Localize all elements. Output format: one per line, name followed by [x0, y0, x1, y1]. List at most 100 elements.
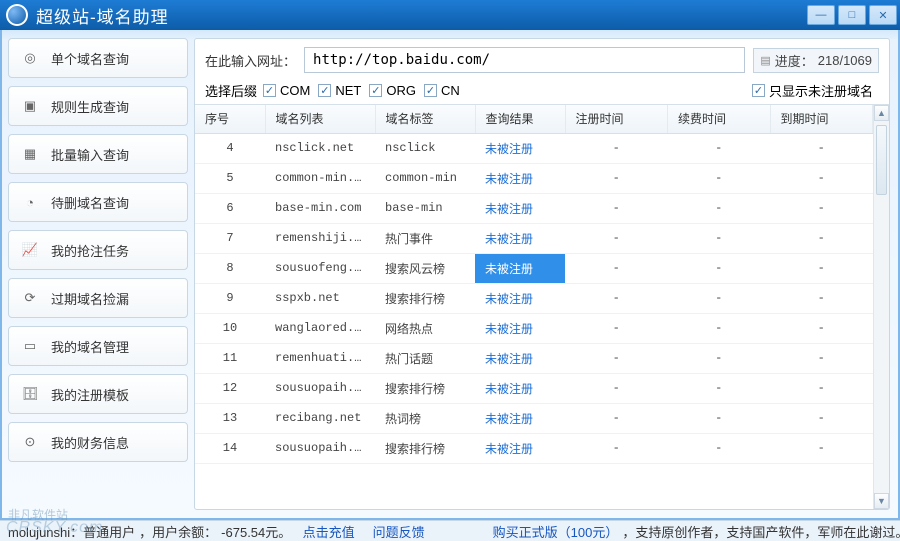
cell-expire-time: - — [770, 223, 873, 253]
drawer-icon: 🗄 — [19, 383, 41, 405]
cell-expire-time: - — [770, 313, 873, 343]
sidebar-item-1[interactable]: ▣规则生成查询 — [8, 86, 188, 126]
vertical-scrollbar[interactable]: ▲ ▼ — [873, 105, 889, 509]
close-button[interactable]: ✕ — [869, 5, 897, 25]
cell-result[interactable]: 未被注册 — [475, 403, 565, 433]
cell-no: 13 — [195, 403, 265, 433]
table-row[interactable]: 7remenshiji...热门事件未被注册--- — [195, 223, 889, 253]
status-tail: ，支持原创作者，支持国产软件，军师在此谢过。 — [622, 522, 900, 541]
cell-reg-time: - — [565, 313, 668, 343]
toolbar: 在此输入网址： ▤ 进度：218/1069 选择后缀 ✓COM✓NET✓ORG✓… — [195, 39, 889, 104]
url-input[interactable] — [304, 47, 745, 73]
column-header[interactable]: 注册时间 — [565, 105, 668, 133]
suffix-checkbox-com[interactable]: ✓COM — [263, 83, 310, 98]
cell-reg-time: - — [565, 433, 668, 463]
checkbox-icon: ✓ — [369, 84, 382, 97]
minimize-button[interactable]: — — [807, 5, 835, 25]
url-row: 在此输入网址： ▤ 进度：218/1069 — [205, 47, 879, 73]
cell-renew-time: - — [668, 193, 771, 223]
scroll-down-button[interactable]: ▼ — [874, 493, 889, 509]
target-icon: ◎ — [19, 47, 41, 69]
cell-renew-time: - — [668, 433, 771, 463]
cell-tag: common-min — [375, 163, 475, 193]
suffix-checkbox-net[interactable]: ✓NET — [318, 83, 361, 98]
cell-result[interactable]: 未被注册 — [475, 163, 565, 193]
cell-no: 6 — [195, 193, 265, 223]
sidebar-item-3[interactable]: ◔待删域名查询 — [8, 182, 188, 222]
status-balance: -675.54元。 — [221, 522, 291, 541]
cell-result[interactable]: 未被注册 — [475, 253, 565, 283]
cell-domain: sousuopaih... — [265, 433, 375, 463]
statusbar: molujunshi：普通用户 ，用户余额： -675.54元。 点击充值 问题… — [0, 520, 900, 541]
column-header[interactable]: 续费时间 — [668, 105, 771, 133]
layers-icon: ▭ — [19, 335, 41, 357]
cell-result[interactable]: 未被注册 — [475, 133, 565, 163]
scroll-thumb[interactable] — [876, 125, 887, 195]
table-row[interactable]: 14sousuopaih...搜索排行榜未被注册--- — [195, 433, 889, 463]
suffix-label: COM — [280, 83, 310, 98]
cell-reg-time: - — [565, 163, 668, 193]
cell-result[interactable]: 未被注册 — [475, 343, 565, 373]
column-header[interactable]: 域名列表 — [265, 105, 375, 133]
table-row[interactable]: 11remenhuati...热门话题未被注册--- — [195, 343, 889, 373]
table-row[interactable]: 6base-min.combase-min未被注册--- — [195, 193, 889, 223]
sidebar-item-8[interactable]: ⊙我的财务信息 — [8, 422, 188, 462]
column-header[interactable]: 域名标签 — [375, 105, 475, 133]
table-row[interactable]: 5common-min...common-min未被注册--- — [195, 163, 889, 193]
maximize-button[interactable]: □ — [838, 5, 866, 25]
sidebar-item-5[interactable]: ⟳过期域名捡漏 — [8, 278, 188, 318]
column-header[interactable]: 查询结果 — [475, 105, 565, 133]
sidebar-item-label: 批量输入查询 — [51, 145, 129, 164]
buy-link[interactable]: 购买正式版（100元） — [493, 522, 619, 541]
sidebar-item-2[interactable]: ▦批量输入查询 — [8, 134, 188, 174]
coin-icon: ⊙ — [19, 431, 41, 453]
sidebar-item-4[interactable]: 📈我的抢注任务 — [8, 230, 188, 270]
cell-expire-time: - — [770, 283, 873, 313]
cell-domain: remenshiji... — [265, 223, 375, 253]
cell-result[interactable]: 未被注册 — [475, 283, 565, 313]
table-row[interactable]: 13recibang.net热词榜未被注册--- — [195, 403, 889, 433]
feedback-link[interactable]: 问题反馈 — [373, 522, 425, 541]
main-panel: 在此输入网址： ▤ 进度：218/1069 选择后缀 ✓COM✓NET✓ORG✓… — [194, 38, 890, 510]
sidebar-item-0[interactable]: ◎单个域名查询 — [8, 38, 188, 78]
status-user: molujunshi：普通用户 — [8, 522, 135, 541]
column-header[interactable]: 到期时间 — [770, 105, 873, 133]
column-header[interactable]: 序号 — [195, 105, 265, 133]
table-row[interactable]: 4nsclick.netnsclick未被注册--- — [195, 133, 889, 163]
presentation-icon: ▣ — [19, 95, 41, 117]
window-controls: — □ ✕ — [807, 5, 900, 25]
cell-result[interactable]: 未被注册 — [475, 223, 565, 253]
suffix-checkbox-org[interactable]: ✓ ORG — [369, 83, 416, 98]
cell-no: 14 — [195, 433, 265, 463]
cell-reg-time: - — [565, 133, 668, 163]
table-row[interactable]: 8sousuofeng...搜索风云榜未被注册--- — [195, 253, 889, 283]
cell-expire-time: - — [770, 403, 873, 433]
only-unregistered-checkbox[interactable]: ✓ 只显示未注册域名 — [752, 81, 873, 100]
cell-result[interactable]: 未被注册 — [475, 313, 565, 343]
table-row[interactable]: 9sspxb.net搜索排行榜未被注册--- — [195, 283, 889, 313]
suffix-checkbox-cn[interactable]: ✓CN — [424, 83, 460, 98]
cell-domain: sousuopaih... — [265, 373, 375, 403]
only-unregistered-label: 只显示未注册域名 — [769, 81, 873, 100]
recharge-link[interactable]: 点击充值 — [303, 522, 355, 541]
sidebar-item-label: 过期域名捡漏 — [51, 289, 129, 308]
cell-result[interactable]: 未被注册 — [475, 193, 565, 223]
sidebar-item-6[interactable]: ▭我的域名管理 — [8, 326, 188, 366]
titlebar: 超级站-域名助理 — □ ✕ — [0, 0, 900, 30]
cell-result[interactable]: 未被注册 — [475, 373, 565, 403]
cell-result[interactable]: 未被注册 — [475, 433, 565, 463]
cell-renew-time: - — [668, 163, 771, 193]
cell-tag: 搜索排行榜 — [375, 433, 475, 463]
cell-renew-time: - — [668, 403, 771, 433]
cell-domain: remenhuati... — [265, 343, 375, 373]
suffix-row: 选择后缀 ✓COM✓NET✓ORG✓CN ✓ 只显示未注册域名 — [205, 81, 879, 100]
progress-icon: ▤ — [760, 54, 770, 67]
cell-renew-time: - — [668, 343, 771, 373]
suffix-label: ORG — [386, 83, 416, 98]
scroll-up-button[interactable]: ▲ — [874, 105, 889, 121]
app-body: ◎单个域名查询 ▣规则生成查询 ▦批量输入查询 ◔待删域名查询 📈我的抢注任务 ⟳过期域名… — [0, 30, 900, 520]
table-row[interactable]: 10wanglaored...网络热点未被注册--- — [195, 313, 889, 343]
table-row[interactable]: 12sousuopaih...搜索排行榜未被注册--- — [195, 373, 889, 403]
cell-reg-time: - — [565, 253, 668, 283]
sidebar-item-7[interactable]: 🗄我的注册模板 — [8, 374, 188, 414]
